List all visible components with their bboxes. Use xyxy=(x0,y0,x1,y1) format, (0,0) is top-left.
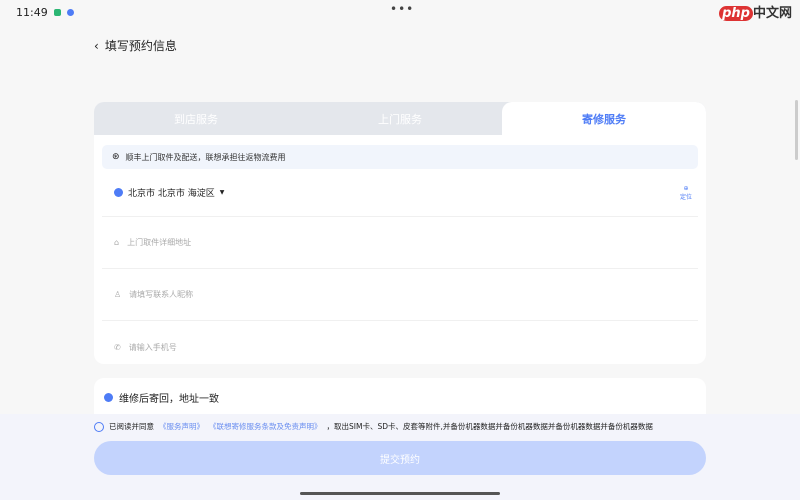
tab-mail-repair[interactable]: 寄修服务 xyxy=(502,102,706,135)
user-icon: ♙ xyxy=(114,290,122,299)
home-indicator[interactable] xyxy=(300,492,500,495)
phone-icon: ✆ xyxy=(114,342,121,352)
return-label: 维修后寄回，地址一致 xyxy=(119,393,219,405)
page-title: 填写预约信息 xyxy=(104,39,177,53)
locate-label: 定位 xyxy=(679,193,692,201)
location-pin-icon xyxy=(114,188,123,197)
home-icon: ⌂ xyxy=(114,238,120,247)
submit-button[interactable]: 提交预约 xyxy=(94,441,706,475)
clock: 11:49 xyxy=(16,6,48,19)
agreement: 已阅读并同意 《服务声明》 《联想寄修服务条款及免责声明》 ，取出SIM卡、SD卡、皮… xyxy=(94,421,653,432)
agree-suffix: ，取出SIM卡、SD卡、皮套等附件,并备份机器数据并备份机器数据并备份机器数据并… xyxy=(326,422,653,431)
contact-placeholder: 请填写联系人昵称 xyxy=(129,290,194,299)
service-tabs: 到店服务 上门服务 寄修服务 xyxy=(94,102,706,135)
address-input[interactable]: ⌂ 上门取件详细地址 xyxy=(102,217,698,269)
app-icon xyxy=(53,9,61,16)
caret-down-icon: ▼ xyxy=(219,189,225,196)
crosshair-icon: ⊕ xyxy=(683,184,689,192)
notice-banner: ⊛ 顺丰上门取件及配送，联想承担往返物流费用 xyxy=(102,145,698,169)
tab-store-service[interactable]: 到店服务 xyxy=(94,102,298,135)
notice-text: 顺丰上门取件及配送，联想承担往返物流费用 xyxy=(125,152,286,162)
terms-link[interactable]: 《联想寄修服务条款及免责声明》 xyxy=(209,421,322,432)
region-selector[interactable]: 北京市 北京市 海淀区 ▼ ⊕ 定位 xyxy=(102,169,698,217)
return-icon xyxy=(104,392,113,402)
locate-button[interactable]: ⊕ 定位 xyxy=(680,184,692,202)
page-header: ‹ 填写预约信息 xyxy=(94,37,177,54)
sf-express-icon: ⊛ xyxy=(112,152,120,162)
more-dots-icon[interactable]: ••• xyxy=(390,2,414,16)
status-bar: 11:49 xyxy=(16,6,74,19)
agree-prefix: 已阅读并同意 xyxy=(109,422,154,431)
phone-placeholder: 请输入手机号 xyxy=(128,342,177,352)
phone-input[interactable]: ✆ 请输入手机号 xyxy=(102,321,698,364)
return-option[interactable]: 维修后寄回，地址一致 xyxy=(94,378,706,416)
agree-checkbox[interactable] xyxy=(94,421,104,432)
address-placeholder: 上门取件详细地址 xyxy=(127,238,192,247)
scrollbar[interactable] xyxy=(795,100,798,160)
back-chevron-icon[interactable]: ‹ xyxy=(94,39,99,53)
service-statement-link[interactable]: 《服务声明》 xyxy=(159,421,204,432)
tab-home-service[interactable]: 上门服务 xyxy=(298,102,502,135)
contact-name-input[interactable]: ♙ 请填写联系人昵称 xyxy=(102,269,698,321)
region-value: 北京市 北京市 海淀区 xyxy=(128,189,215,199)
form-card: 到店服务 上门服务 寄修服务 ⊛ 顺丰上门取件及配送，联想承担往返物流费用 北京… xyxy=(94,102,706,364)
watermark-logo: php 中文网 xyxy=(719,2,792,21)
app-icon xyxy=(66,9,74,16)
